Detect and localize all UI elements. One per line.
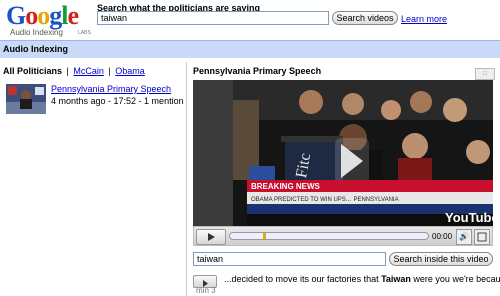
transcript-before: ...decided to move its our factories tha… (224, 274, 382, 284)
result-meta: 4 months ago - 17:52 - 1 mention (51, 96, 184, 106)
logo-letter: o (25, 1, 38, 30)
transcript-after: were you we're because ... (413, 274, 500, 284)
play-icon (208, 233, 215, 241)
filter-mccain[interactable]: McCain (73, 66, 104, 76)
transcript-snippet: ...decided to move its our factories tha… (224, 274, 500, 284)
filter-obama[interactable]: Obama (115, 66, 145, 76)
svg-text:OBAMA PREDICTED TO WIN UPS… PE: OBAMA PREDICTED TO WIN UPS… PENNSYLVANIA (251, 197, 399, 203)
result-title-link[interactable]: Pennsylvania Primary Speech (51, 84, 171, 94)
fullscreen-icon[interactable] (474, 229, 490, 245)
video-title: Pennsylvania Primary Speech (193, 66, 322, 76)
play-button[interactable] (196, 229, 226, 245)
volume-icon[interactable]: 🔊 (456, 229, 472, 245)
video-player[interactable]: Fitc BREAKING NEWS OBAMA PREDICTED TO WI… (193, 80, 493, 226)
filter-separator: | (108, 66, 111, 76)
progress-marker[interactable] (263, 233, 266, 239)
filter-separator: | (66, 66, 69, 76)
svg-text:BREAKING NEWS: BREAKING NEWS (251, 182, 321, 191)
thumbnail-image (6, 84, 46, 114)
search-inside-input[interactable] (193, 252, 386, 266)
logo-subtitle: Audio Indexing (10, 28, 63, 37)
section-title: Audio Indexing (3, 44, 68, 54)
snippet-time-label: min 3 (196, 286, 216, 295)
logo-letter: G (6, 1, 26, 30)
video-frame-image: Fitc BREAKING NEWS OBAMA PREDICTED TO WI… (193, 80, 493, 226)
politician-filter: All Politicians | McCain | Obama (3, 66, 145, 76)
logo-letter: e (67, 1, 79, 30)
search-inside-button[interactable]: Search inside this video (389, 252, 493, 266)
search-videos-button[interactable]: Search videos (332, 11, 398, 25)
time-display: 00:00 (432, 232, 453, 241)
filter-all-politicians[interactable]: All Politicians (3, 66, 62, 76)
video-thumbnail[interactable] (6, 84, 46, 114)
section-bar (0, 40, 500, 58)
logo-labs: LABS (78, 30, 91, 36)
logo-wordmark: Google (6, 1, 90, 30)
progress-bar[interactable] (229, 232, 429, 240)
google-audio-indexing-logo[interactable]: Google Audio Indexing LABS (6, 1, 91, 40)
logo-letter: o (37, 1, 50, 30)
svg-text:YouTube: YouTube (445, 210, 493, 225)
logo-letter: g (49, 1, 62, 30)
search-input[interactable] (97, 11, 329, 25)
learn-more-link[interactable]: Learn more (401, 14, 447, 24)
expand-icon[interactable]: □ (475, 68, 495, 80)
transcript-highlight: Taiwan (381, 274, 411, 284)
